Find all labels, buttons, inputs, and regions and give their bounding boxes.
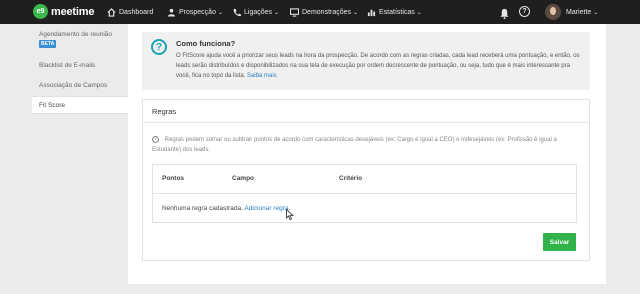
top-navbar: e9 meetime Dashboard Prospecção ⌄ Ligaçõ… xyxy=(0,0,640,24)
add-rule-link[interactable]: Adicionar regra. xyxy=(244,205,290,212)
sidebar-item-associacao[interactable]: Associação de Campos xyxy=(32,82,127,89)
bar-chart-icon xyxy=(367,8,376,17)
sidebar-item-blacklist[interactable]: Blacklist de E-mails xyxy=(32,62,127,69)
avatar[interactable] xyxy=(545,4,561,20)
save-button[interactable]: Salvar xyxy=(543,233,576,251)
nav-ligacoes-label: Ligações xyxy=(244,8,273,16)
question-circle-icon: ? xyxy=(152,135,159,143)
rules-card: Regras ? Regras podem somar ou subtrair … xyxy=(142,99,590,261)
home-icon xyxy=(107,7,116,17)
info-title: Como funciona? xyxy=(176,39,236,48)
nav-dashboard-label: Dashboard xyxy=(119,8,154,16)
sidebar-item-label: Blacklist de E-mails xyxy=(39,62,96,69)
rules-hint-text: Regras podem somar ou subtrair pontos de… xyxy=(152,137,557,153)
column-criterio: Critério xyxy=(339,175,363,182)
empty-state: Nenhuma regra cadastrada. Adicionar regr… xyxy=(162,205,290,212)
chevron-down-icon: ⌄ xyxy=(593,9,599,16)
user-name: Mariette xyxy=(566,8,592,16)
user-menu[interactable]: Mariette ⌄ xyxy=(566,0,598,24)
nav-demonstracoes-label: Demonstrações xyxy=(302,8,352,16)
nav-estatisticas-label: Estatísticas xyxy=(379,8,415,16)
monitor-icon xyxy=(290,7,299,17)
sidebar-item-label: Agendamento de reunião xyxy=(39,31,113,38)
question-icon: ? xyxy=(151,39,167,55)
table-divider xyxy=(153,193,576,194)
sidebar-item-agendamento[interactable]: Agendamento de reunião BETA xyxy=(32,31,127,48)
empty-text: Nenhuma regra cadastrada. xyxy=(162,205,243,212)
sidebar-item-label: Fit Score xyxy=(39,101,66,109)
users-icon xyxy=(167,8,176,17)
nav-dashboard[interactable]: Dashboard xyxy=(107,0,153,24)
column-campo: Campo xyxy=(232,175,255,182)
help-icon[interactable]: ? xyxy=(519,6,530,17)
nav-ligacoes[interactable]: Ligações ⌄ xyxy=(232,0,279,24)
chevron-down-icon: ⌄ xyxy=(353,9,359,16)
sidebar-item-label: Associação de Campos xyxy=(39,82,108,89)
nav-estatisticas[interactable]: Estatísticas ⌄ xyxy=(367,0,422,24)
avatar-face xyxy=(550,7,556,15)
saiba-mais-link[interactable]: Saiba mais xyxy=(247,73,277,79)
nav-prospeccao[interactable]: Prospecção ⌄ xyxy=(167,0,223,24)
info-description: O FitScore ajuda você a priorizar seus l… xyxy=(176,53,580,79)
beta-badge: BETA xyxy=(39,40,57,48)
rules-title: Regras xyxy=(143,100,589,123)
chevron-down-icon: ⌄ xyxy=(217,9,223,16)
chevron-down-icon: ⌄ xyxy=(416,9,422,16)
rules-table: Pontos Campo Critério Nenhuma regra cada… xyxy=(152,164,577,223)
rules-hint: ? Regras podem somar ou subtrair pontos … xyxy=(152,135,572,155)
phone-icon xyxy=(232,8,241,17)
meetime-logo[interactable]: e9 meetime xyxy=(33,4,94,19)
info-text: O FitScore ajuda você a priorizar seus l… xyxy=(176,51,582,81)
column-pontos: Pontos xyxy=(162,175,185,182)
nav-prospeccao-label: Prospecção xyxy=(179,8,216,16)
settings-sidebar: Agendamento de reunião BETA Blacklist de… xyxy=(32,24,127,294)
how-it-works-box: ? Como funciona? O FitScore ajuda você a… xyxy=(142,32,590,90)
bell-icon[interactable] xyxy=(499,6,510,19)
chevron-down-icon: ⌄ xyxy=(274,9,280,16)
sidebar-item-fit-score[interactable]: Fit Score xyxy=(32,96,128,114)
logo-mark: e9 xyxy=(33,4,48,19)
nav-demonstracoes[interactable]: Demonstrações ⌄ xyxy=(290,0,358,24)
logo-text: meetime xyxy=(51,5,95,18)
mouse-cursor-icon xyxy=(286,207,295,220)
